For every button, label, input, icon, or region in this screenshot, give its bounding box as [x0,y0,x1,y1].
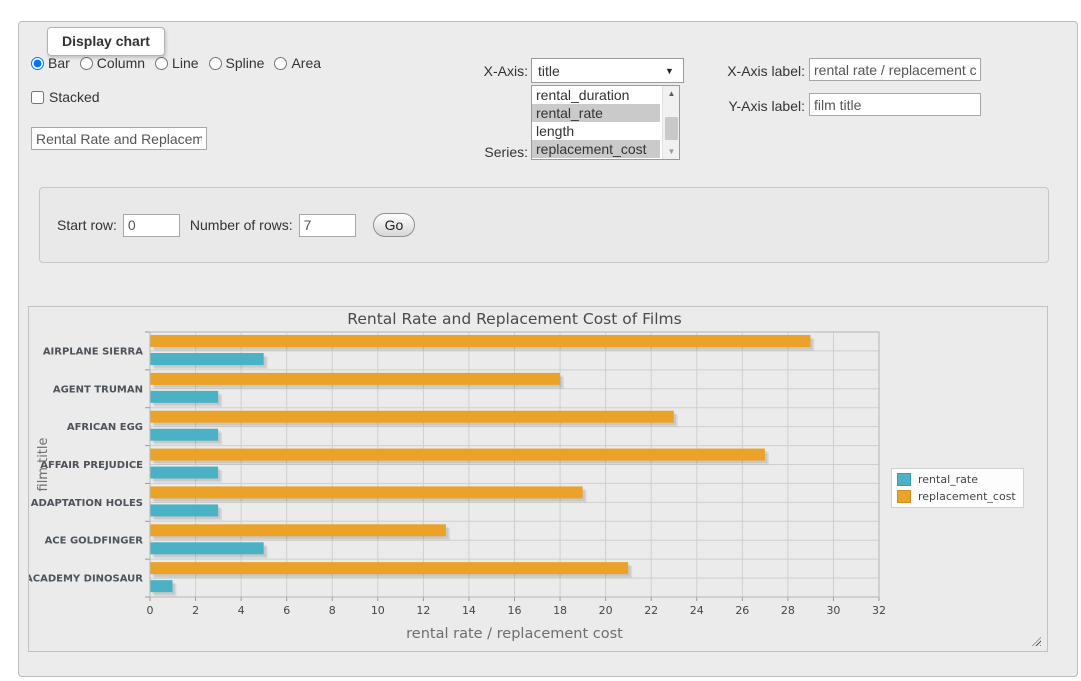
display-chart-panel: BarColumnLineSplineArea Stacked X-Axis: … [18,21,1078,677]
legend-swatch [897,490,911,503]
svg-text:rental rate / replacement cost: rental rate / replacement cost [406,626,623,642]
dropdown-arrow-icon: ▼ [665,66,683,76]
svg-text:ACADEMY DINOSAUR: ACADEMY DINOSAUR [29,574,143,585]
y-axis-label-field-label: Y-Axis label: [699,98,805,114]
num-rows-label: Number of rows: [190,217,293,233]
go-button[interactable]: Go [373,213,416,237]
svg-text:2: 2 [192,604,199,617]
chart-type-option-column[interactable]: Column [80,55,145,71]
svg-text:22: 22 [644,604,658,617]
svg-text:AFRICAN EGG: AFRICAN EGG [67,422,143,433]
chart-container: 02468101214161820222426283032AIRPLANE SI… [28,306,1048,652]
svg-text:32: 32 [872,604,886,617]
chart-legend: rental_rate replacement_cost [891,468,1024,508]
svg-text:28: 28 [781,604,795,617]
series-option-replacement_cost[interactable]: replacement_cost [532,140,660,158]
svg-text:26: 26 [735,604,749,617]
svg-text:ACE GOLDFINGER: ACE GOLDFINGER [45,536,144,547]
chart-type-option-area[interactable]: Area [274,55,321,71]
svg-text:8: 8 [329,604,336,617]
y-axis-label-input[interactable] [809,93,981,116]
series-listbox[interactable]: rental_durationrental_ratelengthreplacem… [531,85,680,160]
svg-text:12: 12 [416,604,430,617]
series-option-rental_duration[interactable]: rental_duration [532,86,660,104]
chart-type-radio-label: Line [172,55,198,71]
svg-text:20: 20 [599,604,613,617]
chart-type-radio-area[interactable] [274,57,287,70]
scroll-up-icon[interactable]: ▲ [663,86,680,101]
stacked-label: Stacked [49,89,100,105]
x-axis-label-input[interactable] [809,58,981,81]
chart-type-radio-group: Bar Column Line Spline Area [31,55,321,71]
svg-text:30: 30 [826,604,840,617]
chart-type-radio-line[interactable] [155,57,168,70]
chart-type-radio-column[interactable] [80,57,93,70]
svg-text:14: 14 [462,604,476,617]
scroll-thumb[interactable] [665,117,678,140]
stacked-option[interactable]: Stacked [31,89,100,105]
chart-type-radio-label: Column [97,55,145,71]
chart-type-radio-bar[interactable] [31,57,44,70]
legend-item-replacement_cost: replacement_cost [897,490,1016,503]
svg-text:16: 16 [508,604,522,617]
row-range-box: Start row: Number of rows: Go [39,187,1049,263]
x-axis-selected-value: title [532,63,665,79]
svg-text:0: 0 [147,604,154,617]
svg-text:4: 4 [238,604,245,617]
svg-text:24: 24 [690,604,704,617]
start-row-label: Start row: [57,217,117,233]
x-axis-select-label: X-Axis: [448,63,528,79]
chart-title-input[interactable] [31,127,207,150]
svg-text:6: 6 [283,604,290,617]
x-axis-select[interactable]: title ▼ [531,58,684,83]
svg-text:AIRPLANE SIERRA: AIRPLANE SIERRA [43,346,143,357]
chart-type-radio-label: Bar [48,55,70,71]
svg-text:18: 18 [553,604,567,617]
num-rows-input[interactable] [299,214,356,237]
svg-text:AGENT TRUMAN: AGENT TRUMAN [53,384,143,395]
x-axis-label-field-label: X-Axis label: [699,63,805,79]
legend-item-rental_rate: rental_rate [897,473,1016,486]
chart-type-radio-label: Area [291,55,321,71]
stacked-checkbox[interactable] [31,91,44,104]
chart-type-radio-spline[interactable] [209,57,222,70]
series-option-length[interactable]: length [532,122,660,140]
scroll-down-icon[interactable]: ▼ [663,144,680,159]
panel-legend: Display chart [47,27,165,56]
series-option-rental_rate[interactable]: rental_rate [532,104,660,122]
svg-text:10: 10 [371,604,385,617]
chart-type-option-spline[interactable]: Spline [209,55,265,71]
legend-label: replacement_cost [918,490,1016,503]
series-options: rental_durationrental_ratelengthreplacem… [532,86,679,158]
svg-text:Rental Rate and Replacement Co: Rental Rate and Replacement Cost of Film… [347,310,681,328]
series-listbox-label: Series: [448,144,528,160]
chart-type-radio-label: Spline [226,55,265,71]
chart-type-option-line[interactable]: Line [155,55,198,71]
svg-text:ADAPTATION HOLES: ADAPTATION HOLES [31,498,143,509]
listbox-scrollbar[interactable]: ▲ ▼ [662,86,679,159]
start-row-input[interactable] [123,214,180,237]
svg-text:film title: film title [36,437,51,491]
svg-text:AFFAIR PREJUDICE: AFFAIR PREJUDICE [40,460,143,471]
legend-swatch [897,473,911,486]
legend-label: rental_rate [918,473,978,486]
chart-type-option-bar[interactable]: Bar [31,55,70,71]
